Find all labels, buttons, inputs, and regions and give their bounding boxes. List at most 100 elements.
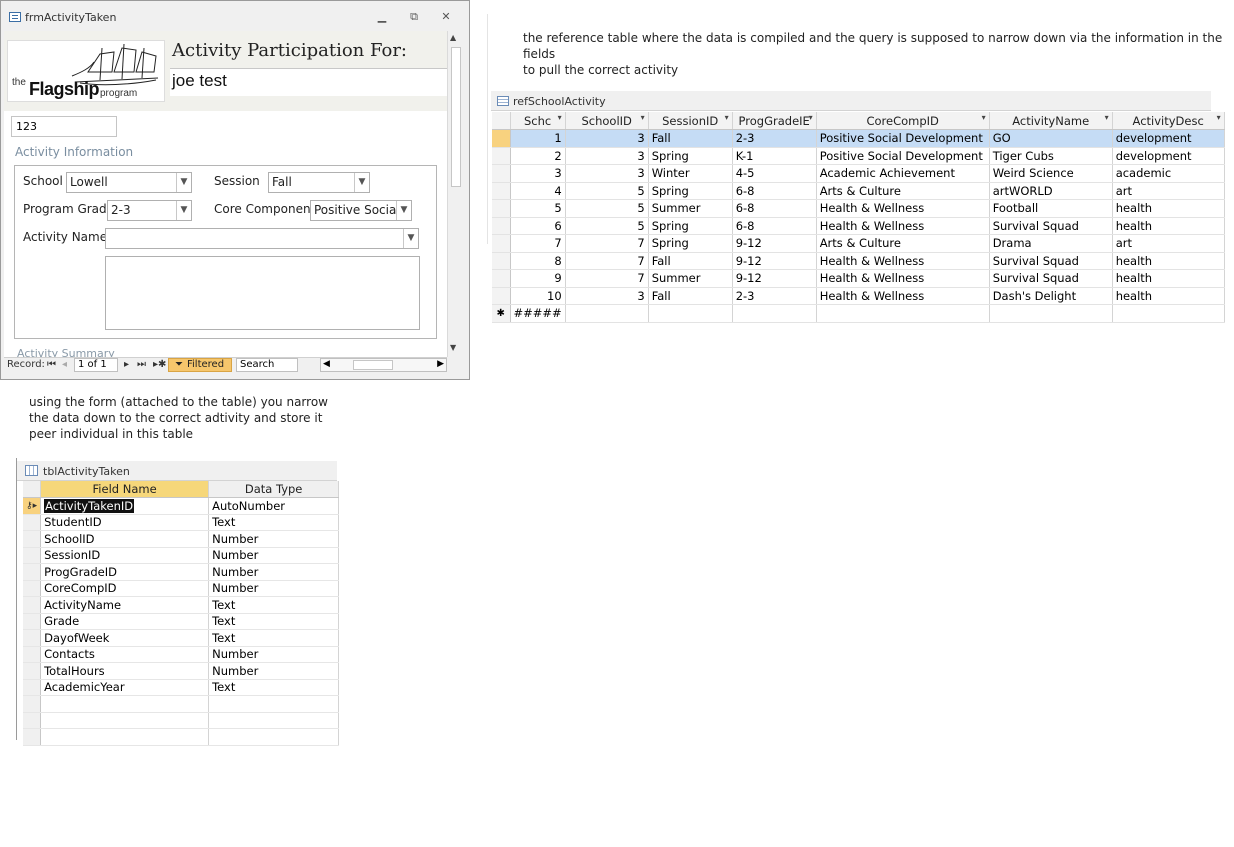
table-cell[interactable]: 5 bbox=[510, 199, 566, 218]
table-cell[interactable]: 3 bbox=[565, 164, 649, 183]
scroll-thumb[interactable] bbox=[451, 47, 461, 187]
record-selector[interactable] bbox=[492, 217, 511, 235]
table-cell[interactable]: Positive Social Development bbox=[816, 129, 990, 148]
column-header[interactable]: Schc ▾ bbox=[510, 112, 566, 130]
scroll-down-icon[interactable]: ▼ bbox=[450, 343, 456, 352]
scroll-right-icon[interactable]: ▶ bbox=[437, 359, 444, 369]
table-cell[interactable]: Spring bbox=[648, 217, 733, 235]
table-cell[interactable] bbox=[732, 304, 817, 323]
design-table-tab[interactable]: tblActivityTaken bbox=[17, 461, 337, 481]
table-row[interactable]: Grade Text bbox=[23, 613, 340, 630]
record-selector[interactable] bbox=[492, 147, 511, 165]
row-selector[interactable] bbox=[23, 629, 42, 647]
empty-row[interactable] bbox=[23, 712, 340, 729]
column-header[interactable]: ProgGradeIE ▾ bbox=[732, 112, 817, 130]
data-type-cell[interactable]: Number bbox=[208, 563, 340, 581]
chevron-down-icon[interactable]: ▼ bbox=[396, 201, 411, 220]
table-cell[interactable]: art bbox=[1112, 182, 1225, 200]
table-cell[interactable]: 3 bbox=[565, 147, 649, 165]
current-record-field[interactable]: 1 of 1 bbox=[74, 358, 118, 372]
table-row[interactable]: 9 7 Summer 9-12 Health & Wellness Surviv… bbox=[492, 269, 1225, 288]
field-name-cell[interactable]: SchoolID bbox=[40, 530, 210, 548]
data-type-cell[interactable]: Number bbox=[208, 580, 340, 597]
table-cell[interactable]: K-1 bbox=[732, 147, 817, 165]
data-type-cell[interactable]: Number bbox=[208, 662, 340, 680]
table-cell[interactable]: 9-12 bbox=[732, 252, 817, 270]
data-type-cell[interactable]: Number bbox=[208, 547, 340, 564]
table-cell[interactable]: 3 bbox=[510, 164, 566, 183]
row-selector[interactable] bbox=[23, 547, 42, 564]
table-cell[interactable]: Arts & Culture bbox=[816, 234, 990, 253]
close-icon[interactable]: ✕ bbox=[437, 9, 455, 25]
table-cell[interactable]: 3 bbox=[565, 129, 649, 148]
table-cell[interactable]: 8 bbox=[510, 252, 566, 270]
field-name-cell[interactable]: StudentID bbox=[40, 514, 210, 531]
row-selector[interactable] bbox=[23, 563, 42, 581]
table-cell[interactable] bbox=[1112, 304, 1225, 323]
activity-description-memo[interactable] bbox=[105, 256, 420, 330]
record-selector[interactable] bbox=[492, 287, 511, 305]
table-cell[interactable]: 6-8 bbox=[732, 217, 817, 235]
table-cell[interactable]: 5 bbox=[565, 199, 649, 218]
search-field[interactable]: Search bbox=[236, 358, 298, 372]
field-name-cell[interactable] bbox=[40, 695, 210, 713]
program-grade-combo[interactable]: 2-3 ▼ bbox=[107, 200, 192, 221]
table-row[interactable]: Contacts Number bbox=[23, 646, 340, 663]
table-cell[interactable]: 6 bbox=[510, 217, 566, 235]
table-cell[interactable]: 5 bbox=[565, 182, 649, 200]
table-cell[interactable]: Health & Wellness bbox=[816, 252, 990, 270]
table-cell[interactable]: health bbox=[1112, 287, 1225, 305]
column-header[interactable]: SchoolID ▾ bbox=[565, 112, 649, 130]
field-name-cell[interactable]: ActivityTakenID bbox=[40, 497, 210, 515]
next-record-icon[interactable]: ▸ bbox=[124, 359, 129, 370]
table-cell[interactable]: Survival Squad bbox=[989, 252, 1113, 270]
data-type-cell[interactable] bbox=[208, 728, 340, 746]
record-selector[interactable] bbox=[492, 269, 511, 288]
field-name-cell[interactable]: SessionID bbox=[40, 547, 210, 564]
session-combo[interactable]: Fall ▼ bbox=[268, 172, 370, 193]
table-cell[interactable]: 6-8 bbox=[732, 199, 817, 218]
table-cell[interactable]: 2-3 bbox=[732, 129, 817, 148]
table-cell[interactable]: Fall bbox=[648, 129, 733, 148]
activity-name-combo[interactable]: ▼ bbox=[105, 228, 419, 249]
restore-icon[interactable]: ⧉ bbox=[405, 9, 423, 25]
table-cell[interactable]: 2-3 bbox=[732, 287, 817, 305]
table-cell[interactable]: Drama bbox=[989, 234, 1113, 253]
row-selector[interactable] bbox=[23, 514, 42, 531]
table-cell[interactable]: 6-8 bbox=[732, 182, 817, 200]
student-name-field[interactable]: joe test bbox=[170, 68, 447, 96]
table-cell[interactable]: ##### bbox=[510, 304, 566, 323]
table-row[interactable]: StudentID Text bbox=[23, 514, 340, 531]
table-cell[interactable]: Academic Achievement bbox=[816, 164, 990, 183]
table-cell[interactable] bbox=[648, 304, 733, 323]
last-record-icon[interactable]: ⏭ bbox=[137, 359, 146, 370]
table-row[interactable]: AcademicYear Text bbox=[23, 679, 340, 696]
table-cell[interactable]: Arts & Culture bbox=[816, 182, 990, 200]
table-cell[interactable]: health bbox=[1112, 252, 1225, 270]
field-name-cell[interactable]: AcademicYear bbox=[40, 679, 210, 696]
table-cell[interactable]: 7 bbox=[510, 234, 566, 253]
table-row[interactable]: 10 3 Fall 2-3 Health & Wellness Dash's D… bbox=[492, 287, 1225, 305]
empty-row[interactable] bbox=[23, 728, 340, 746]
table-row[interactable]: 1 3 Fall 2-3 Positive Social Development… bbox=[492, 129, 1225, 148]
table-cell[interactable] bbox=[565, 304, 649, 323]
row-selector[interactable] bbox=[23, 613, 42, 630]
table-cell[interactable]: 2 bbox=[510, 147, 566, 165]
record-selector[interactable] bbox=[492, 129, 511, 148]
table-cell[interactable]: academic bbox=[1112, 164, 1225, 183]
table-cell[interactable]: Tiger Cubs bbox=[989, 147, 1113, 165]
first-record-icon[interactable]: ⏮ bbox=[47, 359, 56, 370]
table-row[interactable]: 7 7 Spring 9-12 Arts & Culture Drama art bbox=[492, 234, 1225, 253]
data-type-cell[interactable]: Number bbox=[208, 646, 340, 663]
chevron-down-icon[interactable]: ▼ bbox=[176, 173, 191, 192]
table-cell[interactable]: 1 bbox=[510, 129, 566, 148]
table-cell[interactable]: Health & Wellness bbox=[816, 217, 990, 235]
row-selector[interactable] bbox=[23, 712, 42, 729]
table-row[interactable]: SchoolID Number bbox=[23, 530, 340, 548]
table-cell[interactable]: Survival Squad bbox=[989, 269, 1113, 288]
table-cell[interactable]: 7 bbox=[565, 234, 649, 253]
table-cell[interactable]: Fall bbox=[648, 252, 733, 270]
core-component-combo[interactable]: Positive Social D ▼ bbox=[310, 200, 412, 221]
field-name-cell[interactable]: ProgGradeID bbox=[40, 563, 210, 581]
table-cell[interactable]: Positive Social Development bbox=[816, 147, 990, 165]
